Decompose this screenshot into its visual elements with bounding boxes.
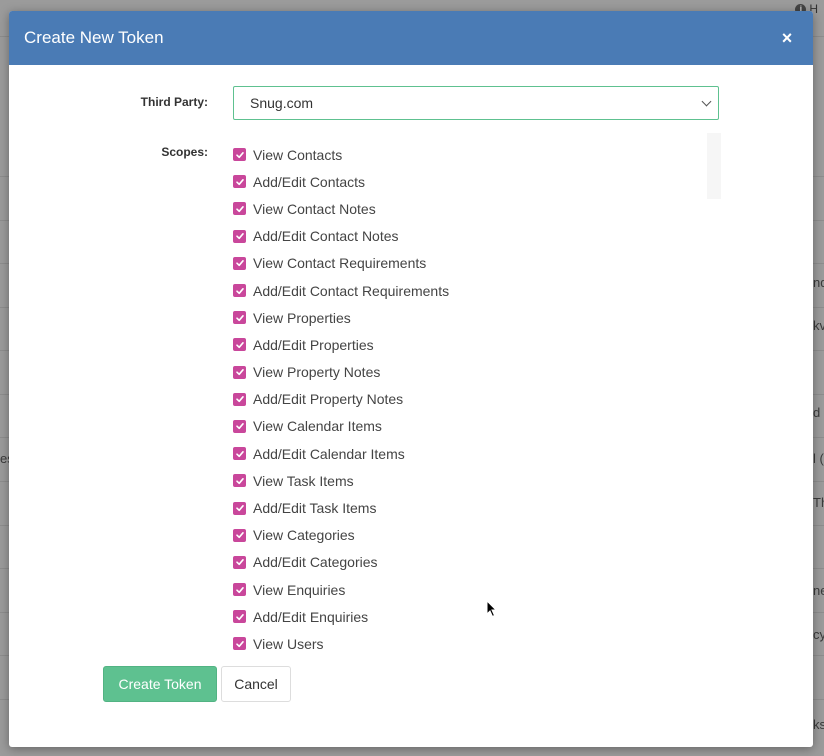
modal-header: Create New Token × (9, 11, 813, 65)
scope-checkbox-item[interactable]: View Users (233, 630, 493, 657)
checkbox-checked-icon[interactable] (233, 202, 246, 216)
checkbox-checked-icon[interactable] (233, 284, 246, 298)
checkbox-checked-icon[interactable] (233, 528, 246, 542)
background-text-fragment: nq (813, 275, 824, 290)
checkbox-checked-icon[interactable] (233, 637, 246, 651)
checkbox-checked-icon[interactable] (233, 175, 246, 189)
scope-label: View Task Items (253, 472, 354, 489)
scope-label: Add/Edit Calendar Items (253, 445, 405, 462)
mouse-cursor-icon (486, 600, 498, 618)
checkbox-checked-icon[interactable] (233, 555, 246, 569)
scope-checkbox-item[interactable]: View Contacts (233, 141, 493, 168)
scope-label: Add/Edit Contacts (253, 173, 366, 190)
background-text-fragment: d [ (813, 405, 824, 420)
background-text-fragment: ks (813, 717, 824, 732)
scope-label: Add/Edit Properties (253, 336, 374, 353)
scope-checkbox-item[interactable]: Add/Edit Calendar Items (233, 440, 493, 467)
scope-checkbox-item[interactable]: View Property Notes (233, 359, 493, 386)
checkbox-checked-icon[interactable] (233, 392, 246, 406)
checkbox-checked-icon[interactable] (233, 583, 246, 597)
background-text-fragment: ne (813, 583, 824, 598)
scope-checkbox-item[interactable]: Add/Edit Contact Notes (233, 223, 493, 250)
scope-checkbox-item[interactable]: Add/Edit Contact Requirements (233, 277, 493, 304)
scope-label: Add/Edit Contact Requirements (253, 282, 450, 299)
scope-label: View Contacts (253, 146, 343, 163)
close-icon[interactable]: × (777, 28, 797, 48)
checkbox-checked-icon[interactable] (233, 447, 246, 461)
scope-checkbox-item[interactable]: View Contact Notes (233, 195, 493, 222)
scope-checkbox-item[interactable]: Add/Edit Enquiries (233, 603, 493, 630)
scope-checkbox-item[interactable]: View Calendar Items (233, 413, 493, 440)
scopes-label: Scopes: (161, 145, 208, 159)
scope-checkbox-item[interactable]: View Properties (233, 304, 493, 331)
third-party-select-value: Snug.com (250, 95, 314, 111)
third-party-label: Third Party: (140, 95, 208, 109)
checkbox-checked-icon[interactable] (233, 311, 246, 325)
create-token-modal: Create New Token × Third Party: Snug.com… (9, 11, 813, 747)
checkbox-checked-icon[interactable] (233, 474, 246, 488)
chevron-down-icon (701, 96, 712, 106)
create-token-button[interactable]: Create Token (103, 666, 217, 702)
scope-label: Add/Edit Property Notes (253, 391, 404, 408)
scope-label: View Users (253, 635, 324, 652)
scope-label: View Enquiries (253, 581, 346, 598)
checkbox-checked-icon[interactable] (233, 338, 246, 352)
background-text-fragment: l ( (813, 451, 824, 466)
scope-label: Add/Edit Enquiries (253, 608, 369, 625)
scope-checkbox-item[interactable]: View Categories (233, 522, 493, 549)
scroll-track (707, 133, 721, 199)
cancel-button[interactable]: Cancel (221, 666, 291, 702)
scope-label: Add/Edit Categories (253, 554, 378, 571)
third-party-select[interactable]: Snug.com (233, 86, 719, 120)
scope-checkbox-item[interactable]: Add/Edit Properties (233, 331, 493, 358)
scope-label: View Property Notes (253, 364, 381, 381)
scopes-list: View Contacts Add/Edit Contacts View Conta… (233, 141, 493, 658)
checkbox-checked-icon[interactable] (233, 256, 246, 270)
scope-checkbox-item[interactable]: View Enquiries (233, 576, 493, 603)
scope-label: View Properties (253, 309, 351, 326)
scope-label: View Categories (253, 527, 355, 544)
scope-label: Add/Edit Contact Notes (253, 228, 399, 245)
background-text-fragment: cyl (813, 627, 824, 642)
checkbox-checked-icon[interactable] (233, 501, 246, 515)
checkbox-checked-icon[interactable] (233, 419, 246, 433)
scope-checkbox-item[interactable]: View Contact Requirements (233, 250, 493, 277)
scope-checkbox-item[interactable]: Add/Edit Property Notes (233, 386, 493, 413)
scope-label: View Contact Notes (253, 200, 376, 217)
scope-label: View Contact Requirements (253, 255, 427, 272)
scope-checkbox-item[interactable]: Add/Edit Task Items (233, 494, 493, 521)
scope-checkbox-item[interactable]: Add/Edit Categories (233, 549, 493, 576)
background-text-fragment: Th (813, 495, 824, 510)
scope-checkbox-item[interactable]: View Task Items (233, 467, 493, 494)
scope-label: Add/Edit Task Items (253, 500, 377, 517)
checkbox-checked-icon[interactable] (233, 365, 246, 379)
checkbox-checked-icon[interactable] (233, 148, 246, 162)
scope-checkbox-item[interactable]: Add/Edit Contacts (233, 168, 493, 195)
background-text-fragment: kv (813, 318, 824, 333)
checkbox-checked-icon[interactable] (233, 229, 246, 243)
scope-label: View Calendar Items (253, 418, 382, 435)
modal-title: Create New Token (24, 28, 164, 47)
checkbox-checked-icon[interactable] (233, 610, 246, 624)
